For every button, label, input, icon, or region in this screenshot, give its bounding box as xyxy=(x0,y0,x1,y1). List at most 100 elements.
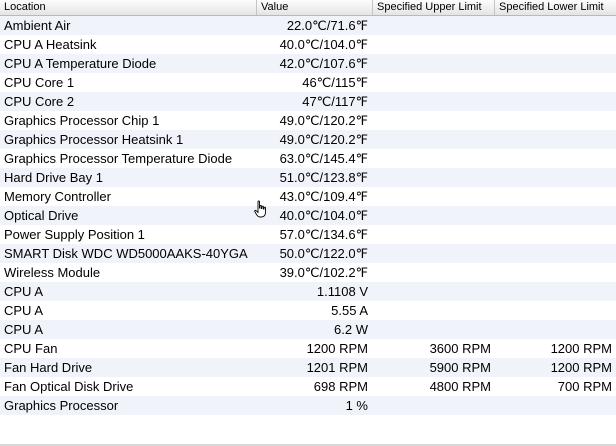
table-row[interactable]: CPU A 5.55 A xyxy=(0,301,616,320)
table-row[interactable]: Memory Controller 43.0℃/109.4℉ xyxy=(0,187,616,206)
cell-value: 1201 RPM xyxy=(306,360,368,375)
cell-upper-limit xyxy=(373,225,495,244)
cell-lower-limit xyxy=(495,187,616,206)
cell-location: Ambient Air xyxy=(4,18,71,33)
cell-lower-limit xyxy=(495,320,616,339)
cell-upper-limit xyxy=(373,282,495,301)
cell-location: Graphics Processor xyxy=(4,398,119,413)
cell-location: CPU A Heatsink xyxy=(4,37,97,52)
cell-value: 698 RPM xyxy=(313,379,368,394)
cell-value: 47℃/117℉ xyxy=(302,94,368,109)
cell-location: SMART Disk WDC WD5000AAKS-40YGA xyxy=(4,246,248,261)
cell-location: Optical Drive xyxy=(4,208,79,223)
cell-value: 57.0℃/134.6℉ xyxy=(279,227,368,242)
cell-value: 40.0℃/104.0℉ xyxy=(279,37,368,52)
cell-value: 42.0℃/107.6℉ xyxy=(279,56,368,71)
table-row[interactable]: Power Supply Position 1 57.0℃/134.6℉ xyxy=(0,225,616,244)
table-row[interactable]: Fan Optical Disk Drive 698 RPM 4800 RPM 700… xyxy=(0,377,616,396)
table-header: Location Value Specified Upper Limit Spe… xyxy=(0,0,616,16)
cell-location: CPU A xyxy=(4,322,44,337)
table-row[interactable]: CPU A 6.2 W xyxy=(0,320,616,339)
cell-upper-limit: 5900 RPM xyxy=(429,360,491,375)
cell-value: 63.0℃/145.4℉ xyxy=(279,151,368,166)
cell-lower-limit: 1200 RPM xyxy=(550,341,612,356)
cell-lower-limit xyxy=(495,225,616,244)
cell-value: 6.2 W xyxy=(334,322,368,337)
cell-location: Graphics Processor Heatsink 1 xyxy=(4,132,184,147)
table-row[interactable]: CPU Core 2 47℃/117℉ xyxy=(0,92,616,111)
cell-value: 43.0℃/109.4℉ xyxy=(279,189,368,204)
column-header-location[interactable]: Location xyxy=(0,0,257,15)
cell-lower-limit xyxy=(495,149,616,168)
cell-location: CPU A Temperature Diode xyxy=(4,56,157,71)
cell-lower-limit xyxy=(495,301,616,320)
cell-lower-limit xyxy=(495,244,616,263)
cell-upper-limit xyxy=(373,92,495,111)
cell-upper-limit xyxy=(373,206,495,225)
cell-lower-limit: 1200 RPM xyxy=(550,360,612,375)
cell-location: Graphics Processor Temperature Diode xyxy=(4,151,233,166)
cell-lower-limit xyxy=(495,263,616,282)
column-header-value[interactable]: Value xyxy=(257,0,373,15)
cell-upper-limit: 4800 RPM xyxy=(429,379,491,394)
cell-location: Fan Hard Drive xyxy=(4,360,93,375)
cell-lower-limit xyxy=(495,130,616,149)
cell-value: 51.0℃/123.8℉ xyxy=(279,170,368,185)
cell-upper-limit xyxy=(373,54,495,73)
cell-upper-limit xyxy=(373,73,495,92)
table-row[interactable]: Graphics Processor Temperature Diode 63.0… xyxy=(0,149,616,168)
cell-lower-limit xyxy=(495,206,616,225)
cell-upper-limit xyxy=(373,130,495,149)
cell-lower-limit xyxy=(495,16,616,35)
cell-lower-limit xyxy=(495,282,616,301)
cell-location: CPU Fan xyxy=(4,341,58,356)
cell-value: 46℃/115℉ xyxy=(302,75,368,90)
cell-value: 39.0℃/102.2℉ xyxy=(279,265,368,280)
cell-upper-limit: 3600 RPM xyxy=(429,341,491,356)
cell-upper-limit xyxy=(373,263,495,282)
cell-value: 5.55 A xyxy=(331,303,368,318)
table-row[interactable]: Optical Drive 40.0℃/104.0℉ xyxy=(0,206,616,225)
cell-location: Wireless Module xyxy=(4,265,101,280)
table-row[interactable]: CPU A 1.1108 V xyxy=(0,282,616,301)
cell-lower-limit xyxy=(495,396,616,415)
table-row[interactable]: Fan Hard Drive 1201 RPM 5900 RPM 1200 RPM xyxy=(0,358,616,377)
column-header-upper-limit[interactable]: Specified Upper Limit xyxy=(373,0,495,15)
table-row[interactable]: CPU A Temperature Diode 42.0℃/107.6℉ xyxy=(0,54,616,73)
cell-lower-limit xyxy=(495,92,616,111)
table-row[interactable]: CPU Fan 1200 RPM 3600 RPM 1200 RPM xyxy=(0,339,616,358)
table-row[interactable]: Wireless Module 39.0℃/102.2℉ xyxy=(0,263,616,282)
cell-location: Fan Optical Disk Drive xyxy=(4,379,134,394)
table-row[interactable]: CPU Core 1 46℃/115℉ xyxy=(0,73,616,92)
cell-lower-limit xyxy=(495,54,616,73)
cell-lower-limit: 700 RPM xyxy=(557,379,612,394)
cell-value: 49.0℃/120.2℉ xyxy=(279,113,368,128)
cell-value: 22.0℃/71.6℉ xyxy=(286,18,368,33)
cell-lower-limit xyxy=(495,168,616,187)
column-header-lower-limit[interactable]: Specified Lower Limit xyxy=(495,0,616,15)
table-body: Ambient Air 22.0℃/71.6℉ CPU A Heatsink 40.0… xyxy=(0,16,616,415)
cell-location: Power Supply Position 1 xyxy=(4,227,145,242)
table-row[interactable]: CPU A Heatsink 40.0℃/104.0℉ xyxy=(0,35,616,54)
table-row[interactable]: Ambient Air 22.0℃/71.6℉ xyxy=(0,16,616,35)
cell-value: 1.1108 V xyxy=(316,284,368,299)
cell-value: 50.0℃/122.0℉ xyxy=(279,246,368,261)
cell-upper-limit xyxy=(373,320,495,339)
table-row[interactable]: SMART Disk WDC WD5000AAKS-40YGA 50.0℃/122… xyxy=(0,244,616,263)
cell-upper-limit xyxy=(373,396,495,415)
table-row[interactable]: Graphics Processor Chip 1 49.0℃/120.2℉ xyxy=(0,111,616,130)
cell-upper-limit xyxy=(373,35,495,54)
cell-location: Memory Controller xyxy=(4,189,111,204)
cell-lower-limit xyxy=(495,73,616,92)
cell-value: 49.0℃/120.2℉ xyxy=(279,132,368,147)
cell-upper-limit xyxy=(373,301,495,320)
cell-value: 1200 RPM xyxy=(306,341,368,356)
cell-value: 1 % xyxy=(345,398,368,413)
table-row[interactable]: Graphics Processor Heatsink 1 49.0℃/120.2… xyxy=(0,130,616,149)
sensor-table: Location Value Specified Upper Limit Spe… xyxy=(0,0,616,415)
cell-location: CPU Core 1 xyxy=(4,75,75,90)
table-row[interactable]: Hard Drive Bay 1 51.0℃/123.8℉ xyxy=(0,168,616,187)
table-row[interactable]: Graphics Processor 1 % xyxy=(0,396,616,415)
cell-upper-limit xyxy=(373,244,495,263)
cell-lower-limit xyxy=(495,111,616,130)
